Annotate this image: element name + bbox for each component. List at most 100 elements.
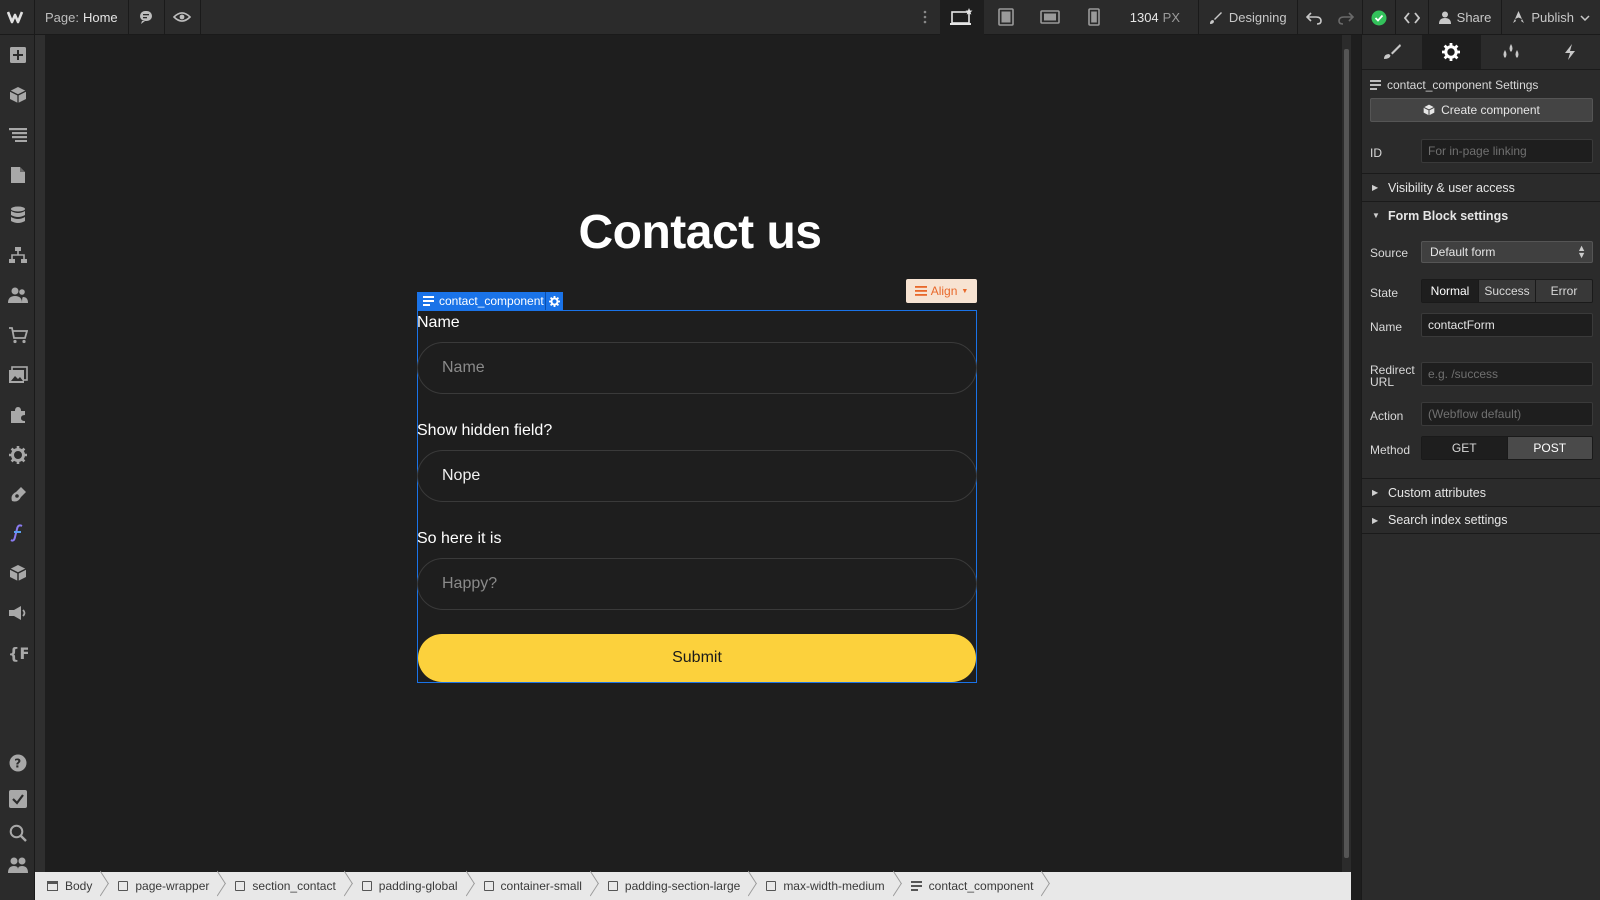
svg-text:?: ?	[14, 757, 21, 771]
redo-icon[interactable]	[1330, 0, 1362, 35]
source-label: Source	[1370, 246, 1409, 260]
pages-icon[interactable]	[0, 157, 35, 193]
marketing-megaphone-icon[interactable]	[0, 595, 35, 631]
state-segmented-control: Normal Success Error	[1421, 279, 1593, 303]
code-export-icon[interactable]	[1394, 0, 1428, 35]
id-input[interactable]: For in-page linking	[1421, 139, 1593, 163]
state-error-button[interactable]: Error	[1536, 280, 1592, 302]
name-input[interactable]: Name	[417, 342, 977, 394]
caret-right-icon: ▶	[1372, 515, 1379, 525]
div-block-icon	[118, 881, 129, 891]
caret-right-icon: ▶	[1372, 183, 1379, 192]
action-input[interactable]: (Webflow default)	[1421, 402, 1593, 426]
create-component-button[interactable]: Create component	[1370, 98, 1593, 122]
component-box-icon	[1423, 104, 1435, 116]
breadcrumb-item[interactable]: container-small	[472, 872, 596, 900]
logic-flows-icon[interactable]	[0, 237, 35, 273]
brush-icon	[1209, 11, 1222, 24]
method-get-button[interactable]: GET	[1422, 437, 1508, 459]
variables-icon[interactable]: {F	[0, 635, 35, 671]
contact-heading[interactable]: Contact us	[560, 205, 840, 260]
canvas-width-unit: PX	[1162, 9, 1180, 25]
collaborators-icon[interactable]	[0, 847, 35, 883]
font-integration-icon[interactable]	[0, 515, 35, 551]
canvas-width-readout: 1304 PX	[1130, 10, 1180, 25]
designing-label: Designing	[1228, 10, 1287, 25]
breadcrumb-item[interactable]: padding-section-large	[596, 872, 754, 900]
form-icon	[910, 881, 922, 891]
tab-settings-gear-icon[interactable]	[1421, 35, 1481, 69]
preview-eye-icon[interactable]	[165, 0, 201, 35]
ecommerce-cart-icon[interactable]	[0, 317, 35, 353]
state-normal-button[interactable]: Normal	[1422, 280, 1479, 302]
visibility-section-header[interactable]: ▶ Visibility & user access	[1362, 173, 1600, 201]
align-label: Align	[930, 284, 958, 298]
settings-gear-icon[interactable]	[0, 437, 35, 473]
body-icon	[47, 881, 58, 891]
breadcrumb-item[interactable]: section_contact	[223, 872, 349, 900]
canvas-vertical-scrollbar[interactable]	[1342, 35, 1351, 872]
align-button[interactable]: Align ▼	[906, 279, 977, 303]
users-icon[interactable]	[0, 277, 35, 313]
show-hidden-field-select[interactable]: Nope	[417, 450, 977, 502]
webflow-logo-icon[interactable]	[0, 0, 35, 35]
tab-interactions-bolt-icon[interactable]	[1541, 35, 1600, 69]
apps-puzzle-icon[interactable]	[0, 397, 35, 433]
div-block-icon	[361, 881, 372, 891]
happy-input[interactable]: Happy?	[417, 558, 977, 610]
name-label: Name	[1370, 320, 1403, 334]
publish-button[interactable]: Publish	[1501, 0, 1600, 35]
selected-element-tag[interactable]: contact_component	[417, 292, 550, 310]
navigator-icon[interactable]	[0, 117, 35, 153]
form-block-section-header[interactable]: ▼ Form Block settings	[1362, 201, 1600, 229]
breadcrumb-item[interactable]: Body	[35, 872, 106, 900]
cms-collections-icon[interactable]	[0, 197, 35, 233]
tab-style-brush-icon[interactable]	[1362, 35, 1422, 69]
method-label: Method	[1370, 443, 1411, 457]
caret-down-icon: ▼	[961, 287, 969, 295]
tasks-checklist-icon[interactable]	[0, 781, 35, 817]
breakpoint-desktop-base-icon[interactable]	[939, 0, 984, 35]
page-label: Page:	[45, 9, 79, 25]
publish-label: Publish	[1531, 10, 1574, 25]
form-name-input[interactable]: contactForm	[1421, 313, 1593, 337]
assets-icon[interactable]	[0, 357, 35, 393]
symbols-components-icon[interactable]	[0, 77, 35, 113]
breakpoint-tablet-icon[interactable]	[984, 0, 1028, 35]
designing-mode-button[interactable]: Designing	[1197, 0, 1297, 35]
custom-attributes-section-header[interactable]: ▶ Custom attributes	[1362, 478, 1600, 506]
tab-style-manager-drops-icon[interactable]	[1481, 35, 1541, 69]
name-field-label: Name	[417, 314, 460, 331]
redirect-label-line2: URL	[1370, 375, 1395, 389]
div-block-icon	[607, 881, 618, 891]
undo-icon[interactable]	[1296, 0, 1330, 35]
so-here-it-is-label: So here it is	[417, 530, 502, 547]
method-post-button[interactable]: POST	[1507, 437, 1592, 459]
show-hidden-field-label: Show hidden field?	[417, 422, 553, 439]
breadcrumb-item[interactable]: max-width-medium	[754, 872, 898, 900]
breadcrumb-item[interactable]: page-wrapper	[106, 872, 223, 900]
method-segmented-control: GET POST	[1421, 436, 1593, 460]
breakpoint-mobile-landscape-icon[interactable]	[1028, 0, 1072, 35]
3d-box-icon[interactable]	[0, 555, 35, 591]
source-select[interactable]: Default form ▲ ▼	[1421, 241, 1593, 263]
state-success-button[interactable]: Success	[1479, 280, 1536, 302]
redirect-url-input[interactable]: e.g. /success	[1421, 362, 1593, 386]
add-elements-icon[interactable]	[0, 37, 35, 73]
page-selector[interactable]: Page: Home	[35, 0, 129, 35]
help-icon[interactable]: ?	[0, 745, 35, 781]
div-block-icon	[766, 881, 777, 891]
comments-icon[interactable]	[129, 0, 165, 35]
submit-button[interactable]: Submit	[418, 634, 976, 682]
element-settings-gear-icon[interactable]	[545, 292, 563, 310]
site-status-check-icon[interactable]	[1361, 0, 1395, 35]
more-options-icon[interactable]	[910, 0, 940, 35]
breakpoint-mobile-portrait-icon[interactable]	[1072, 0, 1116, 35]
audit-style-icon[interactable]	[0, 477, 35, 513]
breadcrumb-item[interactable]: padding-global	[350, 872, 472, 900]
breadcrumb-item-active[interactable]: contact_component	[899, 872, 1048, 900]
share-button[interactable]: Share	[1427, 0, 1502, 35]
rocket-icon	[1513, 11, 1525, 23]
search-icon[interactable]	[0, 815, 35, 851]
search-index-section-header[interactable]: ▶ Search index settings	[1362, 506, 1600, 534]
